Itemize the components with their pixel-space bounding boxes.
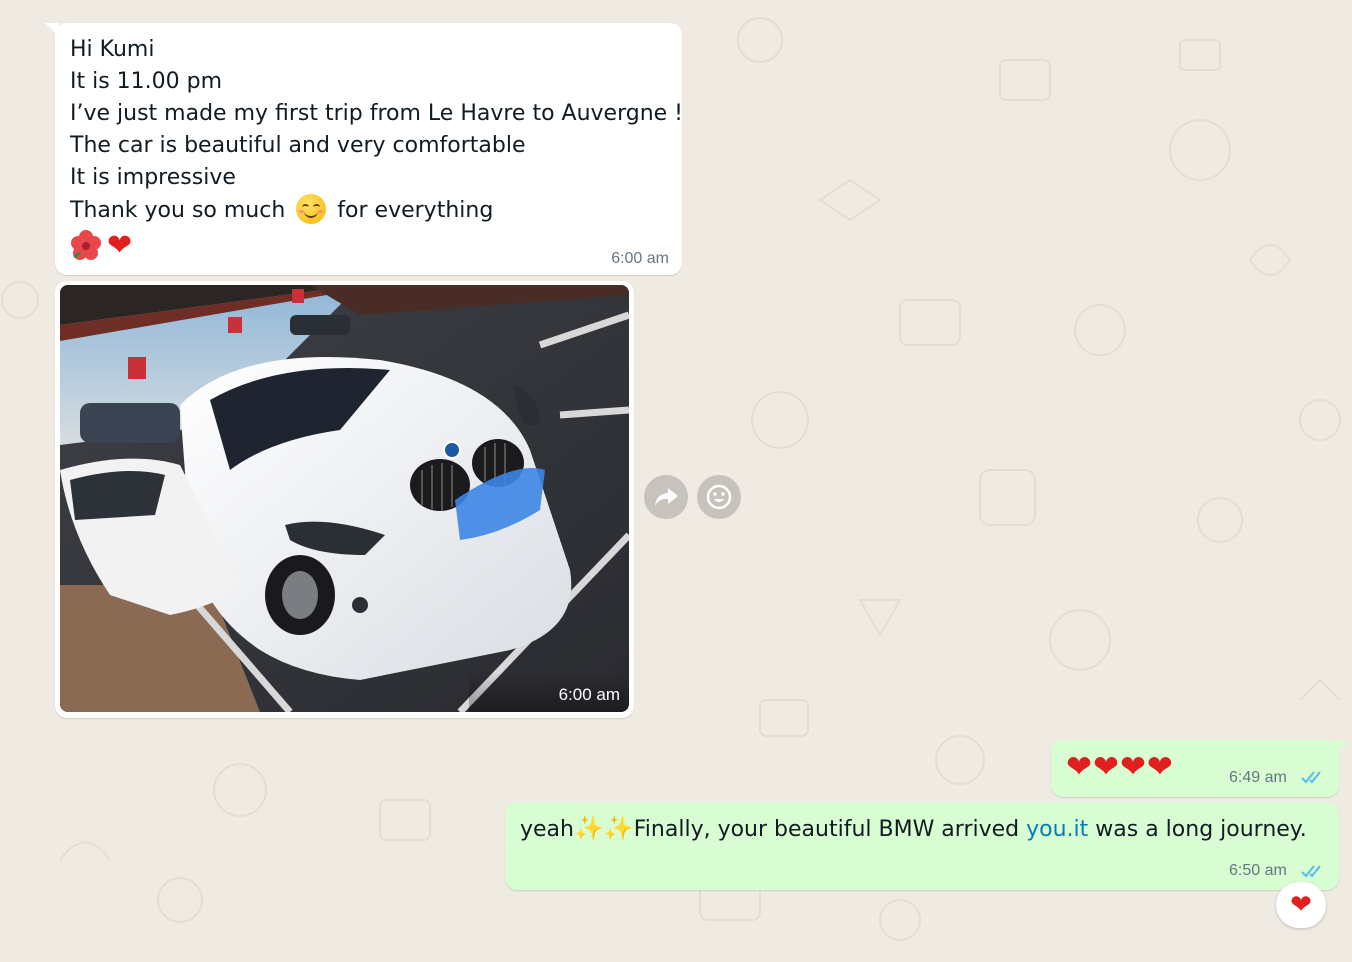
red-heart-emoji-icon: ❤	[1290, 890, 1312, 920]
forward-button[interactable]	[644, 475, 688, 519]
photo-time: 6:00 am	[558, 685, 620, 704]
bubble-tail	[45, 23, 59, 37]
message-link[interactable]: you.it	[1026, 817, 1088, 842]
forward-icon	[655, 488, 678, 506]
message-time: 6:49 am	[1229, 769, 1287, 786]
message-line-emoji: ❤	[70, 229, 683, 263]
double-check-icon	[1301, 771, 1321, 784]
incoming-message[interactable]: Hi Kumi It is 11.00 pm I’ve just made my…	[45, 23, 684, 275]
emoji-icon	[706, 484, 732, 510]
sparkles-emoji-icon: ✨✨	[573, 814, 634, 842]
double-check-icon	[1301, 865, 1321, 878]
message-line: The car is beautiful and very comfortabl…	[70, 133, 526, 158]
message-text-part: Finally, your beautiful BMW arrived	[633, 817, 1027, 842]
message-text-part: yeah	[520, 817, 574, 842]
hearts-emoji: ❤❤❤❤	[1066, 749, 1174, 785]
outgoing-text-message[interactable]: yeah✨✨Finally, your beautiful BMW arrive…	[505, 802, 1339, 890]
hibiscus-emoji-icon	[71, 230, 101, 260]
car-photo[interactable]: 6:00 am	[60, 285, 629, 712]
red-heart-emoji-icon: ❤	[107, 228, 133, 263]
bubble-tail	[1335, 740, 1349, 754]
message-time: 6:00 am	[611, 250, 669, 267]
message-line: Hi Kumi	[70, 37, 155, 62]
react-button[interactable]	[697, 475, 741, 519]
message-text-part: was a long journey.	[1088, 817, 1307, 842]
message-text: for everything	[337, 198, 494, 223]
message-line: I’ve just made my first trip from Le Hav…	[70, 101, 684, 126]
message-line-thanks: Thank you so much for everything	[70, 194, 683, 227]
bmw-car-photo-image	[60, 285, 629, 712]
message-text: yeah✨✨Finally, your beautiful BMW arrive…	[520, 812, 1307, 846]
message-time: 6:50 am	[1229, 862, 1287, 879]
message-line: It is 11.00 pm	[70, 69, 223, 94]
message-line: It is impressive	[70, 165, 236, 190]
heart-reaction-badge[interactable]: ❤	[1276, 882, 1326, 928]
smiling-face-emoji-icon	[296, 194, 327, 224]
outgoing-hearts-message[interactable]: ❤❤❤❤ 6:49 am	[1051, 740, 1349, 797]
message-text: Thank you so much	[70, 198, 286, 223]
